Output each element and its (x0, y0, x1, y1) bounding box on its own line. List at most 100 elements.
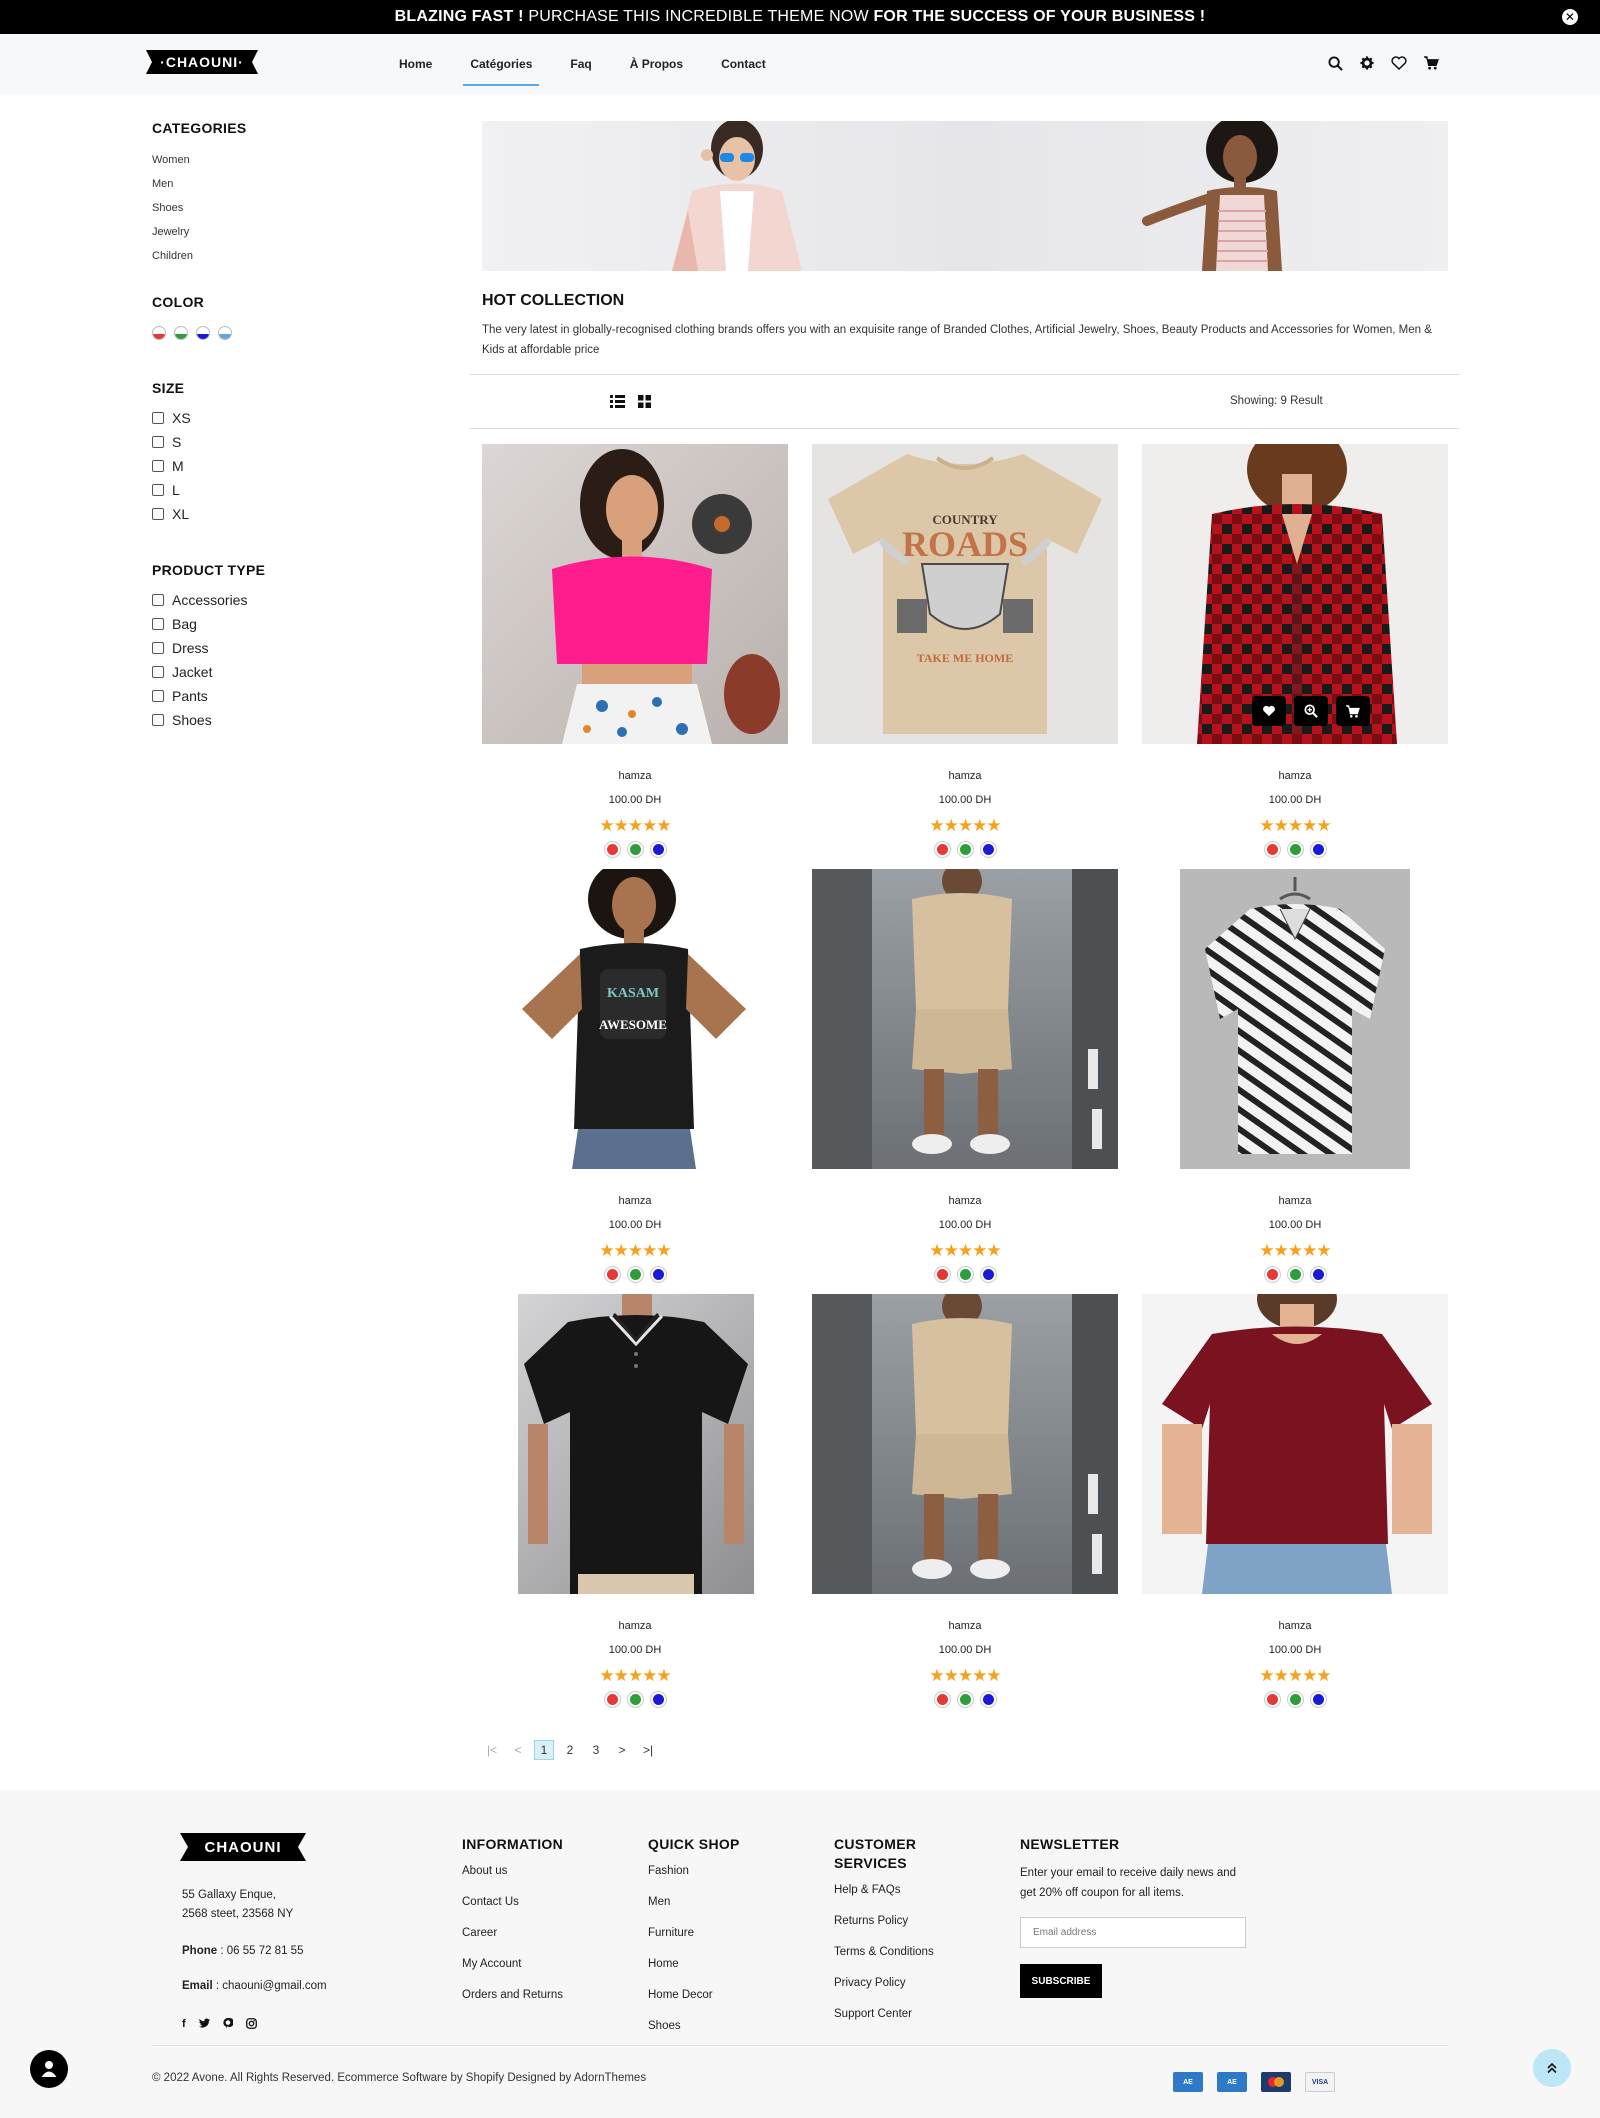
product-image[interactable] (812, 1294, 1118, 1594)
type-jacket[interactable]: Jacket (152, 660, 412, 684)
nav-categories[interactable]: Catégories (451, 34, 551, 94)
prev-page-button[interactable]: < (508, 1740, 528, 1760)
checkbox[interactable] (152, 484, 164, 496)
product-name[interactable]: hamza (482, 770, 788, 782)
size-xs[interactable]: XS (152, 406, 412, 430)
color-option-green[interactable] (626, 1266, 644, 1283)
footer-link-terms[interactable]: Terms & Conditions (834, 1944, 934, 1975)
footer-link-home[interactable]: Home (648, 1956, 740, 1987)
checkbox[interactable] (152, 460, 164, 472)
close-icon[interactable]: ✕ (1562, 9, 1578, 25)
category-women[interactable]: Women (152, 152, 412, 176)
color-option-green[interactable] (626, 1691, 644, 1708)
type-shoes[interactable]: Shoes (152, 708, 412, 732)
pinterest-icon[interactable] (223, 2017, 234, 2032)
footer-link-career[interactable]: Career (462, 1925, 563, 1956)
nav-about[interactable]: À Propos (611, 34, 702, 94)
next-page-button[interactable]: > (612, 1740, 632, 1760)
color-option-blue[interactable] (649, 1691, 667, 1708)
checkbox[interactable] (152, 714, 164, 726)
twitter-icon[interactable] (198, 2018, 210, 2032)
type-bag[interactable]: Bag (152, 612, 412, 636)
email-value[interactable]: : chaouni@gmail.com (213, 1980, 327, 1992)
color-option-blue[interactable] (1309, 1691, 1327, 1708)
color-option-blue[interactable] (979, 841, 997, 858)
color-option-green[interactable] (956, 1266, 974, 1283)
search-icon[interactable] (1326, 54, 1344, 72)
page-1[interactable]: 1 (534, 1740, 554, 1760)
color-option-red[interactable] (933, 1691, 951, 1708)
footer-link-men[interactable]: Men (648, 1894, 740, 1925)
wishlist-button[interactable] (1252, 696, 1286, 726)
product-image[interactable] (1180, 869, 1410, 1169)
product-card[interactable]: hamza 100.00 DH ★★★★★ (1142, 869, 1448, 1294)
category-men[interactable]: Men (152, 176, 412, 200)
account-button[interactable] (30, 2050, 68, 2088)
type-accessories[interactable]: Accessories (152, 588, 412, 612)
logo[interactable]: ·CHAOUNI· (146, 50, 258, 74)
category-shoes[interactable]: Shoes (152, 200, 412, 224)
product-name[interactable]: hamza (812, 1195, 1118, 1207)
footer-link-account[interactable]: My Account (462, 1956, 563, 1987)
product-name[interactable]: hamza (1142, 1620, 1448, 1632)
instagram-icon[interactable] (245, 2018, 257, 2032)
size-m[interactable]: M (152, 454, 412, 478)
checkbox[interactable] (152, 666, 164, 678)
color-option-blue[interactable] (979, 1266, 997, 1283)
color-swatch-light-blue[interactable] (218, 326, 232, 340)
color-option-red[interactable] (933, 841, 951, 858)
color-option-green[interactable] (1286, 1691, 1304, 1708)
add-to-cart-button[interactable] (1336, 696, 1370, 726)
checkbox[interactable] (152, 642, 164, 654)
color-option-red[interactable] (603, 1266, 621, 1283)
footer-link-orders[interactable]: Orders and Returns (462, 1987, 563, 2018)
color-option-blue[interactable] (979, 1691, 997, 1708)
color-option-green[interactable] (1286, 841, 1304, 858)
product-image[interactable] (482, 444, 788, 744)
category-jewelry[interactable]: Jewelry (152, 224, 412, 248)
product-card[interactable]: COUNTRY ROADS TAKE ME HOME hamza 100.00 … (812, 444, 1118, 869)
footer-link-support[interactable]: Support Center (834, 2006, 934, 2037)
product-card[interactable]: KASAM AWESOME hamza 100.00 DH ★★★★★ (482, 869, 788, 1294)
color-swatch-red[interactable] (152, 326, 166, 340)
checkbox[interactable] (152, 436, 164, 448)
footer-link-returns[interactable]: Returns Policy (834, 1913, 934, 1944)
page-3[interactable]: 3 (586, 1740, 606, 1760)
footer-link-furniture[interactable]: Furniture (648, 1925, 740, 1956)
checkbox[interactable] (152, 412, 164, 424)
quickview-button[interactable] (1294, 696, 1328, 726)
color-option-blue[interactable] (649, 841, 667, 858)
type-dress[interactable]: Dress (152, 636, 412, 660)
type-pants[interactable]: Pants (152, 684, 412, 708)
product-card[interactable]: hamza 100.00 DH ★★★★★ (482, 444, 788, 869)
color-option-blue[interactable] (1309, 1266, 1327, 1283)
product-name[interactable]: hamza (1142, 1195, 1448, 1207)
checkbox[interactable] (152, 594, 164, 606)
product-image[interactable] (1142, 444, 1448, 744)
first-page-button[interactable]: |< (482, 1740, 502, 1760)
color-option-green[interactable] (1286, 1266, 1304, 1283)
nav-contact[interactable]: Contact (702, 34, 785, 94)
list-view-icon[interactable] (610, 395, 625, 413)
product-name[interactable]: hamza (1142, 770, 1448, 782)
heart-icon[interactable] (1390, 54, 1408, 72)
product-name[interactable]: hamza (482, 1620, 788, 1632)
footer-link-privacy[interactable]: Privacy Policy (834, 1975, 934, 2006)
color-swatch-green[interactable] (174, 326, 188, 340)
category-children[interactable]: Children (152, 248, 412, 272)
color-option-red[interactable] (603, 1691, 621, 1708)
product-name[interactable]: hamza (812, 1620, 1118, 1632)
product-image[interactable]: KASAM AWESOME (482, 869, 788, 1169)
product-name[interactable]: hamza (482, 1195, 788, 1207)
facebook-icon[interactable]: f (182, 2018, 186, 2032)
product-card[interactable]: hamza 100.00 DH ★★★★★ (1142, 1294, 1448, 1719)
footer-logo[interactable]: CHAOUNI (180, 1833, 306, 1861)
color-option-green[interactable] (956, 1691, 974, 1708)
product-name[interactable]: hamza (812, 770, 1118, 782)
product-image[interactable] (1142, 1294, 1448, 1594)
product-card[interactable]: hamza 100.00 DH ★★★★★ (1142, 444, 1448, 869)
color-option-red[interactable] (603, 841, 621, 858)
product-card[interactable]: hamza 100.00 DH ★★★★★ (812, 869, 1118, 1294)
color-option-red[interactable] (1263, 1266, 1281, 1283)
footer-link-fashion[interactable]: Fashion (648, 1863, 740, 1894)
